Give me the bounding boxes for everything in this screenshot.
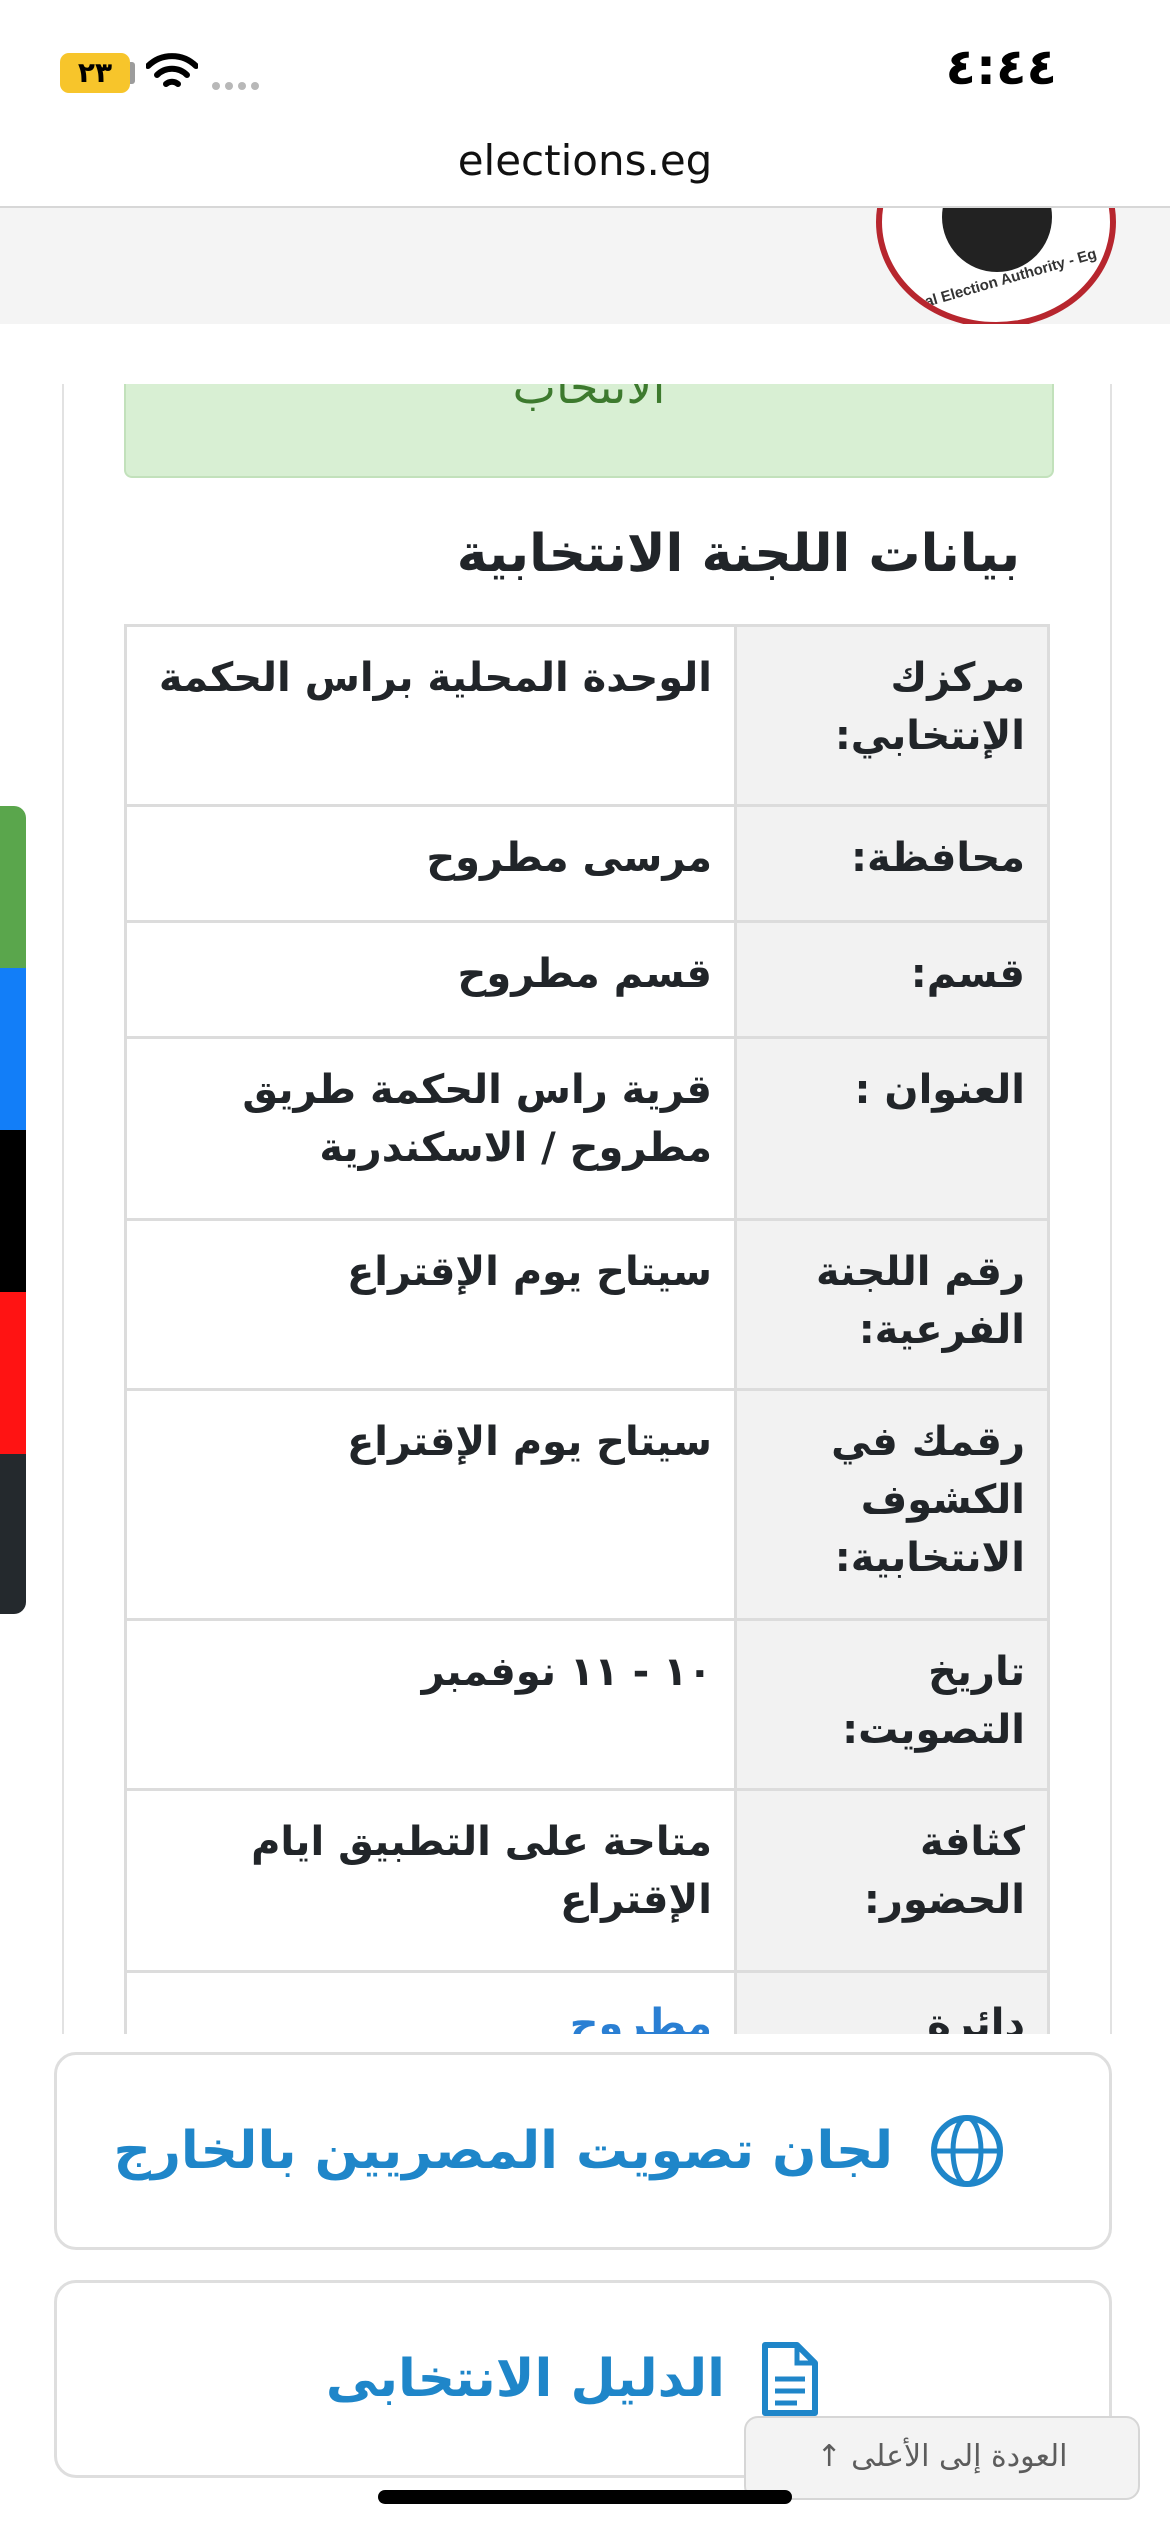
section-title: بيانات اللجنة الانتخابية	[457, 524, 1020, 584]
cellular-signal-icon	[212, 82, 259, 90]
row-label: تاريخ التصويت:	[736, 1620, 1049, 1790]
polling-info-table: مركزك الإنتخابي: الوحدة المحلية براس الح…	[124, 624, 1050, 2034]
table-row: رقم اللجنة الفرعية: سيتاح يوم الإقتراع	[126, 1220, 1049, 1390]
table-row: قسم: قسم مطروح	[126, 922, 1049, 1038]
alert-text: الانتخاب	[126, 384, 1052, 414]
battery-indicator: ٢٣	[60, 53, 130, 93]
election-guide-label: الدليل الانتخابى	[326, 2283, 725, 2475]
abroad-voting-label: لجان تصويت المصريين بالخارج	[114, 2055, 894, 2247]
table-row: دائرة مطروح	[126, 1972, 1049, 2035]
battery-cap	[130, 62, 135, 84]
row-value: قرية راس الحكمة طريق مطروح / الاسكندرية	[126, 1038, 736, 1220]
main-panel: الانتخاب بيانات اللجنة الانتخابية مركزك …	[62, 384, 1112, 2034]
table-row: العنوان : قرية راس الحكمة طريق مطروح / ا…	[126, 1038, 1049, 1220]
table-row: محافظة: مرسى مطروح	[126, 806, 1049, 922]
home-indicator[interactable]	[378, 2490, 792, 2504]
success-alert: الانتخاب	[124, 384, 1054, 478]
row-label: كثافة الحضور:	[736, 1790, 1049, 1972]
row-label: العنوان :	[736, 1038, 1049, 1220]
row-value: ١٠ - ١١ نوفمبر	[126, 1620, 736, 1790]
address-bar[interactable]: elections.eg	[0, 130, 1170, 208]
document-icon	[751, 2341, 827, 2417]
row-label: دائرة	[736, 1972, 1049, 2035]
row-label: قسم:	[736, 922, 1049, 1038]
row-value: متاحة على التطبيق ايام الإقتراع	[126, 1790, 736, 1972]
row-label: محافظة:	[736, 806, 1049, 922]
table-row: رقمك في الكشوف الانتخابية: سيتاح يوم الإ…	[126, 1390, 1049, 1620]
row-value: مرسى مطروح	[126, 806, 736, 922]
row-label: مركزك الإنتخابي:	[736, 626, 1049, 806]
back-to-top-button[interactable]: العودة إلى الأعلى ↑	[744, 2416, 1140, 2500]
row-value: سيتاح يوم الإقتراع	[126, 1390, 736, 1620]
side-tab-blue[interactable]	[0, 968, 26, 1130]
side-tab-red[interactable]	[0, 1292, 26, 1454]
district-link[interactable]: مطروح	[126, 1972, 736, 2035]
side-tab-dark[interactable]	[0, 1454, 26, 1614]
table-row: تاريخ التصويت: ١٠ - ١١ نوفمبر	[126, 1620, 1049, 1790]
side-tab-black[interactable]	[0, 1130, 26, 1292]
side-tab-green[interactable]	[0, 806, 26, 968]
globe-icon	[929, 2113, 1005, 2189]
site-header: ional Election Authority - Eg	[0, 208, 1170, 324]
row-value: قسم مطروح	[126, 922, 736, 1038]
row-value: سيتاح يوم الإقتراع	[126, 1220, 736, 1390]
table-row: كثافة الحضور: متاحة على التطبيق ايام الإ…	[126, 1790, 1049, 1972]
row-value: الوحدة المحلية براس الحكمة	[126, 626, 736, 806]
row-label: رقم اللجنة الفرعية:	[736, 1220, 1049, 1390]
abroad-voting-button[interactable]: لجان تصويت المصريين بالخارج	[54, 2052, 1112, 2250]
wifi-icon	[146, 52, 198, 92]
url-text[interactable]: elections.eg	[0, 136, 1170, 185]
clock: ٤:٤٤	[945, 38, 1057, 96]
election-authority-logo[interactable]: ional Election Authority - Eg	[876, 208, 1116, 324]
table-row: مركزك الإنتخابي: الوحدة المحلية براس الح…	[126, 626, 1049, 806]
status-bar: ٢٣ ٤:٤٤	[0, 0, 1170, 130]
row-label: رقمك في الكشوف الانتخابية:	[736, 1390, 1049, 1620]
